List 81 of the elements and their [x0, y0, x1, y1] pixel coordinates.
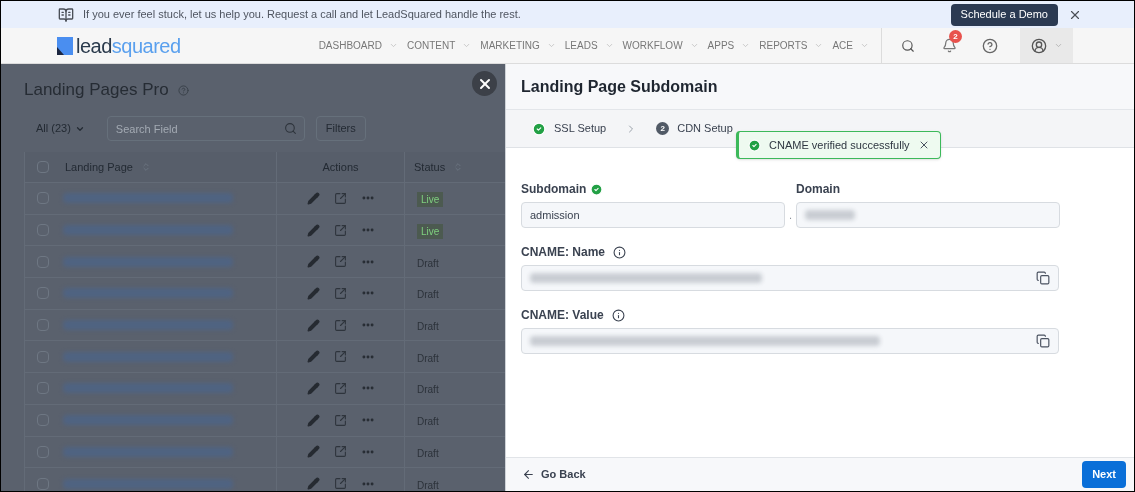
step-number: 2	[656, 122, 670, 135]
field-label: CNAME: Value	[521, 307, 604, 324]
bell-icon[interactable]	[942, 38, 957, 53]
toast-message: CNAME verified successfully	[769, 137, 910, 153]
help-icon[interactable]	[982, 37, 998, 54]
next-button[interactable]: Next	[1082, 461, 1126, 488]
blurred-value	[805, 210, 855, 220]
check-icon	[532, 121, 546, 136]
close-button[interactable]	[472, 71, 497, 96]
step[interactable]: 2 CDN Setup	[656, 120, 733, 137]
checkbox[interactable]	[37, 477, 49, 490]
separator-dot: .	[788, 207, 793, 223]
check-icon	[748, 138, 761, 152]
banner-message: If you ever feel stuck, let us help you. Request a call and let LeadSquared handle the rest.	[83, 7, 521, 23]
edit-icon[interactable]	[306, 286, 320, 300]
edit-icon[interactable]	[306, 255, 320, 269]
nav-menu-item[interactable]: APPS	[707, 38, 751, 53]
search-field[interactable]: Search Field	[106, 116, 305, 142]
edit-icon[interactable]	[306, 223, 320, 237]
open-icon[interactable]	[333, 350, 347, 364]
open-icon[interactable]	[333, 191, 347, 205]
input-field[interactable]	[521, 328, 1059, 354]
chevron-down-icon	[689, 41, 699, 50]
edit-icon[interactable]	[306, 413, 320, 427]
logo-wordmark: leadsquared	[76, 35, 181, 56]
copy-icon[interactable]	[1036, 334, 1050, 348]
edit-icon[interactable]	[306, 381, 320, 395]
chevron-down-icon	[814, 41, 824, 50]
open-icon[interactable]	[333, 413, 347, 427]
status-badge: Live	[417, 224, 444, 240]
info-icon[interactable]	[611, 308, 625, 322]
chevron-down-icon	[604, 41, 614, 50]
nav-menu-item[interactable]: WORKFLOW	[622, 38, 699, 53]
book-icon	[57, 6, 75, 23]
edit-icon[interactable]	[306, 477, 320, 491]
schedule-demo-button[interactable]: Schedule a Demo	[950, 3, 1058, 26]
chevron-down-icon	[389, 41, 398, 50]
nav-menu-item[interactable]: LEADS	[564, 38, 614, 53]
filters-button[interactable]: Filters	[315, 116, 366, 141]
nav-menu-item[interactable]: DASHBOARD	[318, 38, 398, 53]
input-field[interactable]	[796, 202, 1060, 228]
user-icon	[1030, 37, 1047, 54]
search-icon[interactable]	[901, 38, 915, 53]
go-back-button[interactable]: Go Back	[522, 466, 586, 483]
status-badge: Live	[417, 192, 444, 208]
arrow-left-icon	[522, 468, 535, 481]
info-icon[interactable]	[613, 245, 626, 259]
chevron-down-icon	[462, 41, 472, 50]
chevron-down-icon	[741, 41, 751, 50]
edit-icon[interactable]	[306, 350, 320, 364]
checkbox[interactable]	[37, 161, 49, 173]
edit-icon[interactable]	[306, 445, 320, 459]
input-field[interactable]: admission	[521, 202, 785, 228]
input-field[interactable]	[521, 265, 1059, 291]
page-title: Landing Pages Pro	[24, 79, 169, 102]
caret-icon	[1053, 41, 1063, 50]
step[interactable]: SSL Setup	[532, 120, 607, 137]
chevron-down-icon	[860, 41, 869, 50]
open-icon[interactable]	[333, 477, 347, 491]
logo-icon	[57, 36, 73, 55]
edit-icon[interactable]	[306, 191, 320, 205]
open-icon[interactable]	[333, 286, 347, 300]
open-icon[interactable]	[333, 445, 347, 459]
open-icon[interactable]	[333, 318, 347, 332]
edit-icon[interactable]	[306, 318, 320, 332]
nav-menu-item[interactable]: MARKETING	[480, 38, 556, 53]
chevron-down-icon	[546, 41, 556, 50]
user-menu[interactable]	[1020, 28, 1073, 63]
copy-icon[interactable]	[1036, 271, 1050, 285]
open-icon[interactable]	[333, 255, 347, 269]
notification-badge: 2	[949, 30, 962, 43]
field-label: CNAME: Name	[521, 244, 605, 261]
open-icon[interactable]	[333, 381, 347, 395]
field-label: Domain	[796, 181, 840, 198]
nav-menu-item[interactable]: ACE	[832, 38, 869, 53]
filter-dropdown[interactable]: All (23)	[24, 120, 85, 137]
field-label: Subdomain	[521, 181, 587, 198]
nav-menu-item[interactable]: REPORTS	[759, 38, 824, 53]
open-icon[interactable]	[333, 223, 347, 237]
nav-menu-item[interactable]: CONTENT	[407, 38, 472, 53]
panel-title: Landing Page Subdomain	[521, 76, 718, 97]
